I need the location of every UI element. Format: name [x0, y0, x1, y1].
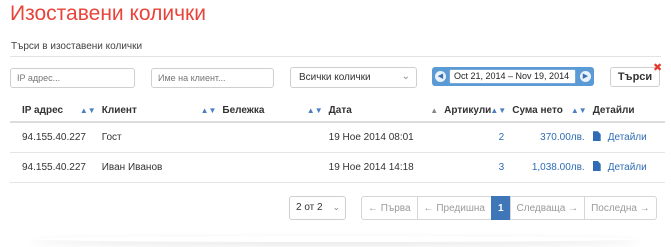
cart-type-select[interactable]: Всички колички ⌄: [290, 67, 417, 88]
chevron-down-icon: ⌄: [332, 202, 340, 212]
cell-amount[interactable]: 370.00лв.: [510, 122, 591, 153]
sort-icon[interactable]: ▲▼: [201, 106, 217, 115]
next-page-button[interactable]: Следваща →: [509, 196, 586, 220]
client-name-input[interactable]: [151, 68, 274, 88]
page-title: Изоставени колички: [10, 2, 206, 25]
cell-ip: 94.155.40.227: [10, 122, 100, 153]
column-header-ip[interactable]: IP адрес ▲▼: [10, 99, 100, 123]
first-page-button[interactable]: ← Първа: [361, 196, 418, 220]
sort-asc-icon[interactable]: ▲: [430, 106, 438, 115]
table-row: 94.155.40.227 Гост 19 Ное 2014 08:01 2 3…: [10, 122, 665, 153]
cell-items[interactable]: 3: [442, 152, 511, 183]
column-header-client[interactable]: Клиент ▲▼: [99, 99, 221, 123]
pagination: ← Първа ← Предишна 1 Следваща → Последна…: [361, 196, 657, 220]
cell-date: 19 Ное 2014 14:18: [326, 152, 443, 183]
page-select-value: 2 от 2: [296, 202, 323, 213]
cell-note: [220, 152, 327, 183]
last-page-button[interactable]: Последна →: [584, 196, 657, 220]
table-header-row: IP адрес ▲▼ Клиент ▲▼ Бележка ▲▼ Дата ▲ Арти…: [10, 99, 665, 123]
cell-client: Гост: [99, 122, 221, 153]
abandoned-carts-table: IP адрес ▲▼ Клиент ▲▼ Бележка ▲▼ Дата ▲ Арти…: [10, 99, 665, 183]
ip-address-input[interactable]: [10, 68, 135, 88]
column-header-amount[interactable]: Сума нето ▲▼: [510, 99, 591, 123]
cart-type-value: Всички колички: [299, 72, 371, 83]
details-link[interactable]: Детайли: [590, 152, 665, 183]
column-header-note[interactable]: Бележка ▲▼: [220, 99, 327, 123]
column-header-date[interactable]: Дата ▲: [326, 99, 443, 123]
date-next-arrow-icon[interactable]: ▶: [580, 71, 591, 82]
details-link[interactable]: Детайли: [590, 122, 665, 153]
sort-icon[interactable]: ▲▼: [80, 106, 96, 115]
page-select[interactable]: 2 от 2 ⌄: [289, 196, 346, 220]
column-header-items[interactable]: Артикули ▲▼: [442, 99, 511, 123]
divider: [10, 56, 661, 57]
column-header-details: Детайли: [590, 99, 665, 123]
chevron-down-icon: ⌄: [401, 71, 410, 82]
cell-client: Иван Иванов: [99, 152, 221, 183]
panel-shadow: [30, 236, 641, 242]
cell-amount[interactable]: 1,038.00лв.: [510, 152, 591, 183]
cell-ip: 94.155.40.227: [10, 152, 100, 183]
document-icon: [592, 161, 601, 171]
close-icon[interactable]: ✖: [653, 61, 662, 74]
date-prev-arrow-icon[interactable]: ◀: [435, 71, 446, 82]
current-page-button[interactable]: 1: [490, 196, 511, 220]
details-link-label[interactable]: Детайли: [608, 132, 647, 143]
page-subtitle: Търси в изоставени колички: [11, 41, 143, 52]
prev-page-button[interactable]: ← Предишна: [416, 196, 492, 220]
table-row: 94.155.40.227 Иван Иванов 19 Ное 2014 14…: [10, 152, 665, 183]
sort-icon[interactable]: ▲▼: [490, 106, 506, 115]
details-link-label[interactable]: Детайли: [608, 162, 647, 173]
cell-note: [220, 122, 327, 153]
sort-icon[interactable]: ▲▼: [307, 106, 323, 115]
sort-icon[interactable]: ▲▼: [571, 106, 587, 115]
cell-date: 19 Ное 2014 08:01: [326, 122, 443, 153]
date-range-value[interactable]: Oct 21, 2014 – Nov 19, 2014: [449, 69, 576, 84]
date-range-picker[interactable]: ◀ Oct 21, 2014 – Nov 19, 2014 ▶: [432, 67, 594, 86]
cell-items[interactable]: 2: [442, 122, 511, 153]
document-icon: [592, 131, 601, 142]
